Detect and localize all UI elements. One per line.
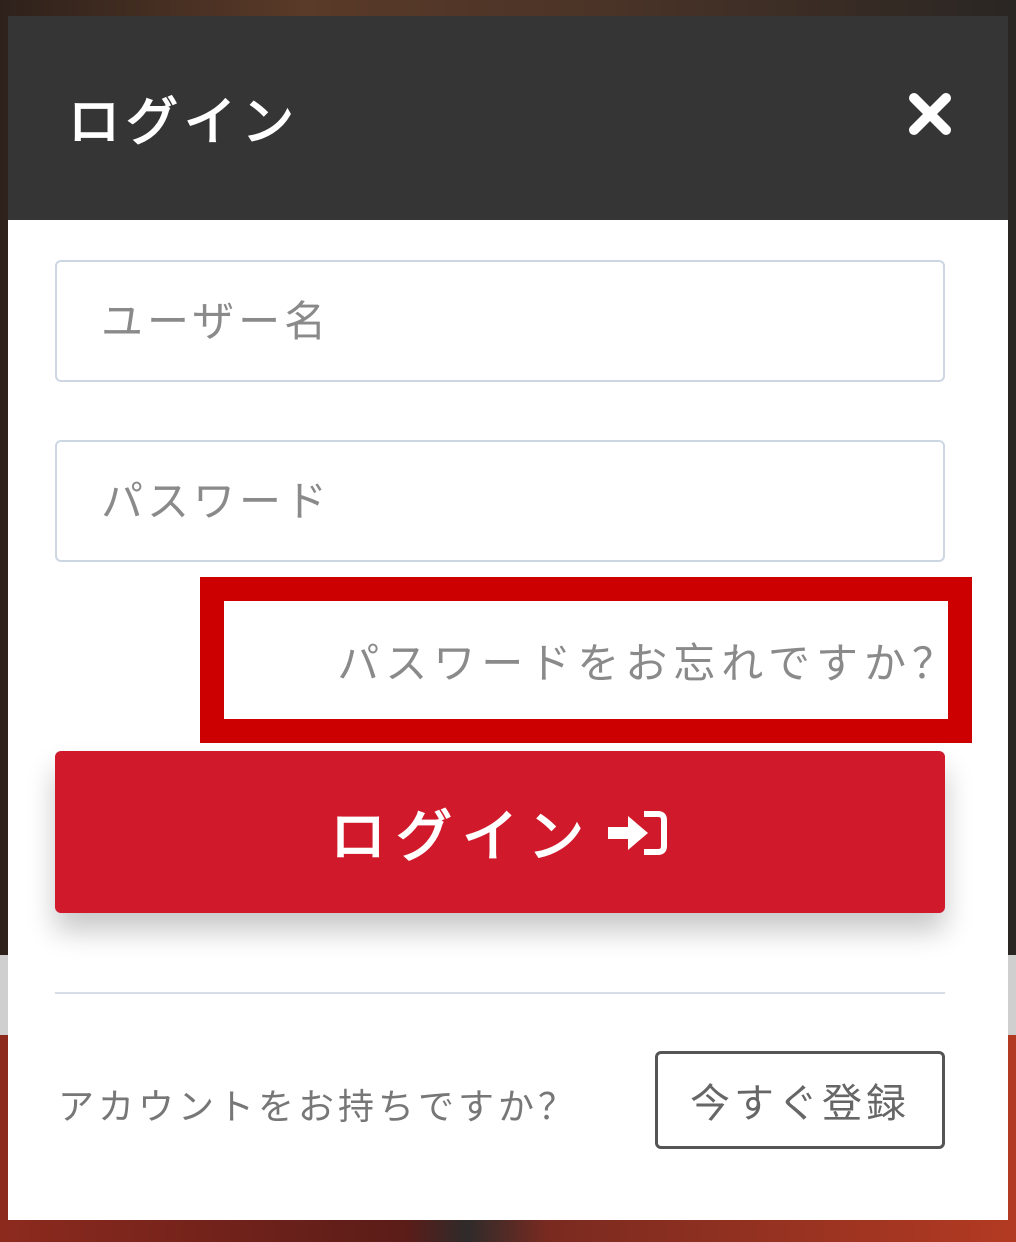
modal-header: ログイン bbox=[8, 16, 1008, 220]
modal-title: ログイン bbox=[68, 93, 301, 153]
username-input[interactable] bbox=[55, 260, 945, 382]
login-button-label: ログイン bbox=[330, 804, 594, 870]
password-input[interactable] bbox=[55, 440, 945, 562]
account-question: アカウントをお持ちですか？ bbox=[58, 1087, 579, 1128]
forgot-password-link[interactable]: パスワードをお忘れですか？ bbox=[337, 630, 960, 691]
close-button[interactable] bbox=[904, 88, 956, 140]
close-icon bbox=[909, 93, 951, 135]
sign-in-icon bbox=[604, 807, 670, 857]
divider bbox=[55, 992, 945, 994]
register-button[interactable]: 今すぐ登録 bbox=[655, 1051, 945, 1149]
login-button[interactable]: ログイン bbox=[55, 751, 945, 913]
